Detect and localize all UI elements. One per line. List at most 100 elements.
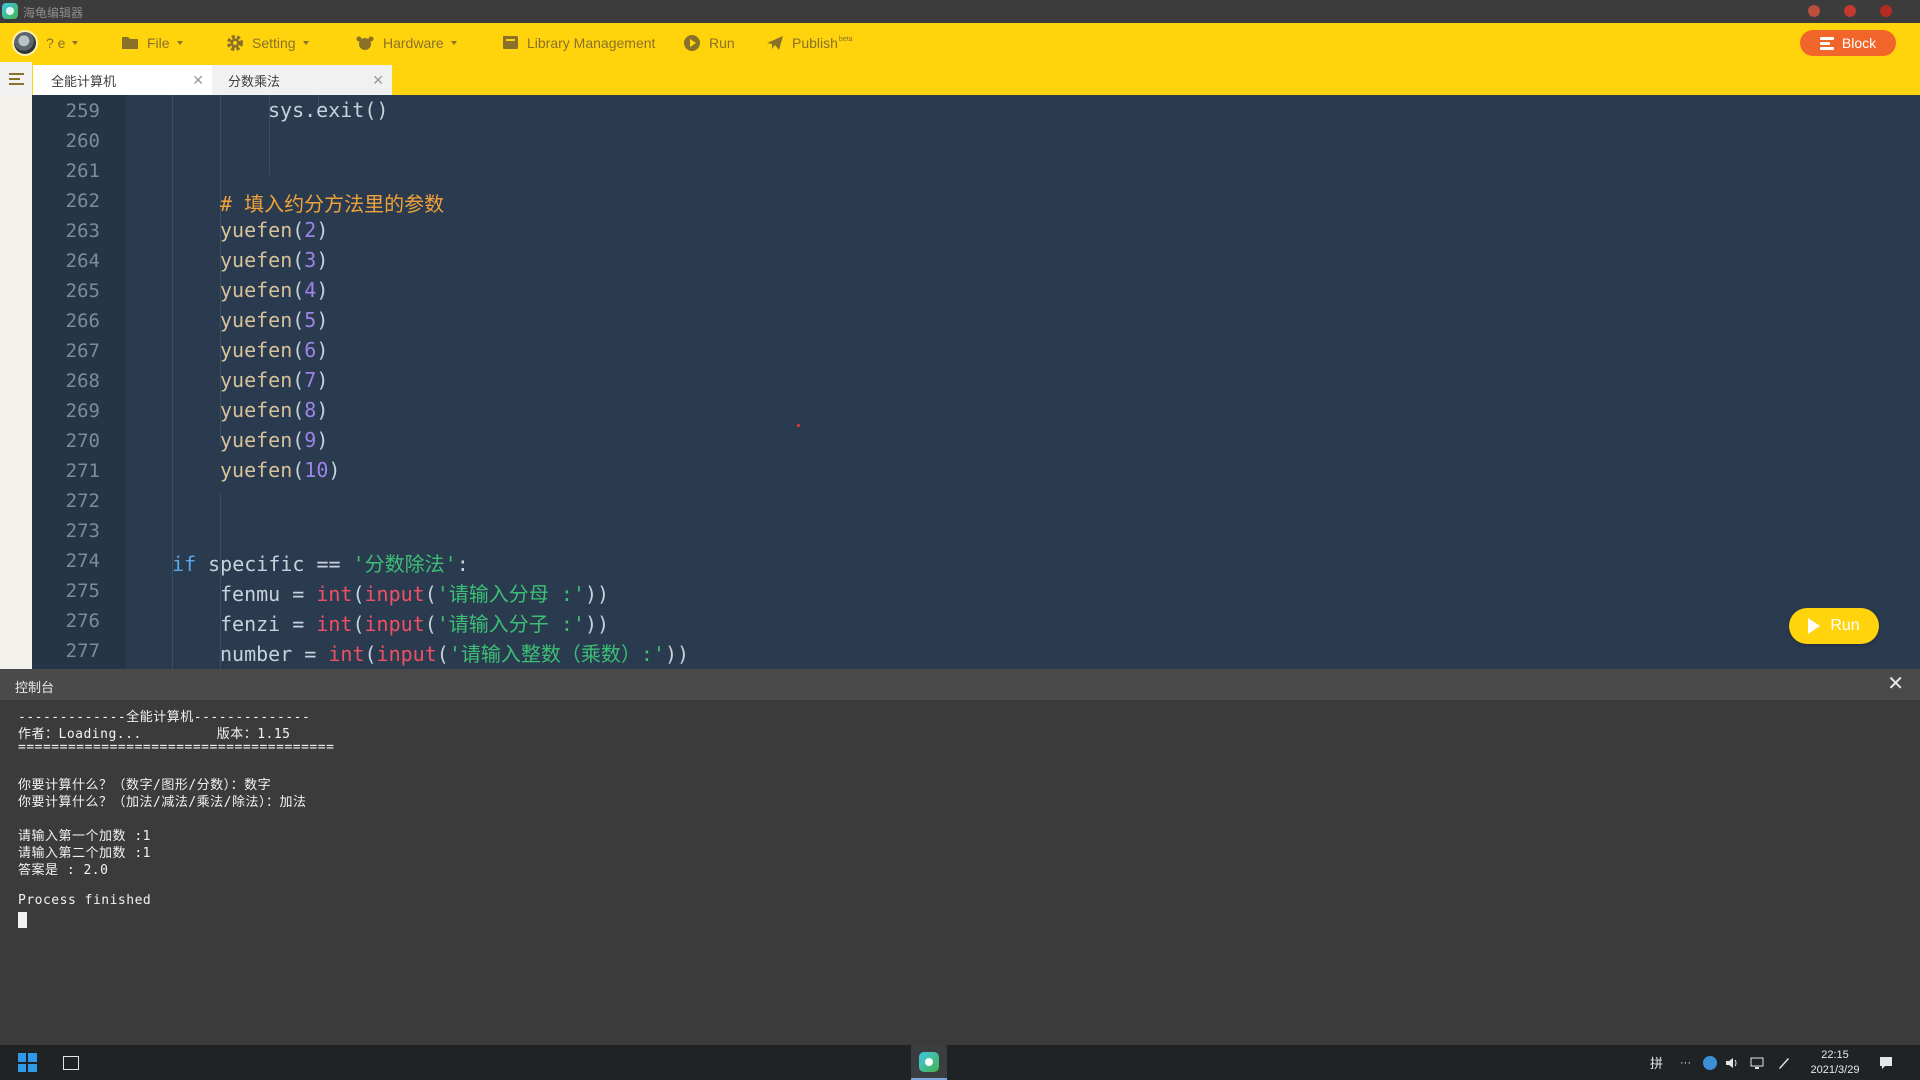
code-token: int xyxy=(328,642,365,666)
close-icon[interactable]: ✕ xyxy=(192,72,204,89)
code-line: fenmu = int(input('请输入分母 :')) xyxy=(220,578,609,607)
line-number: 264 xyxy=(65,250,100,272)
code-line: yuefen(5) xyxy=(220,308,328,332)
line-number: 269 xyxy=(65,400,100,422)
gear-icon xyxy=(227,34,243,51)
clock-date: 2021/3/29 xyxy=(1810,1064,1860,1076)
code-token: 3 xyxy=(304,248,317,272)
code-token: ( xyxy=(352,612,365,636)
code-token: '请输入分子 :' xyxy=(436,612,585,636)
code-token: number = xyxy=(220,642,329,666)
code-line: yuefen(8) xyxy=(220,398,328,422)
tray-more-button[interactable]: ··· xyxy=(1680,1045,1691,1080)
code-line: yuefen(3) xyxy=(220,248,328,272)
maximize-button[interactable] xyxy=(1844,5,1856,17)
notification-icon xyxy=(1880,1056,1892,1069)
line-number: 266 xyxy=(65,310,100,332)
code-token: 6 xyxy=(304,338,317,362)
code-token: fenzi = xyxy=(220,612,317,636)
code-line: yuefen(2) xyxy=(220,218,328,242)
code-token: ) xyxy=(316,398,329,422)
block-mode-button[interactable]: Block xyxy=(1800,30,1896,56)
code-token: 4 xyxy=(304,278,317,302)
file-menu-label: File xyxy=(147,34,170,51)
code-token: input xyxy=(364,582,425,606)
file-menu[interactable]: File xyxy=(121,23,183,62)
network-button[interactable] xyxy=(1749,1045,1765,1080)
editor-side-strip xyxy=(0,95,32,669)
close-icon[interactable]: ✕ xyxy=(372,72,384,89)
system-clock[interactable]: 22:15 2021/3/29 xyxy=(1800,1048,1870,1078)
line-number: 262 xyxy=(65,190,100,212)
hardware-menu[interactable]: Hardware xyxy=(355,23,457,62)
window-titlebar: 海龟编辑器 xyxy=(0,0,1920,23)
minimize-button[interactable] xyxy=(1808,5,1820,17)
user-menu[interactable]: ? e xyxy=(12,23,79,62)
library-icon xyxy=(503,36,518,49)
publish-button[interactable]: Publish beta xyxy=(766,23,853,62)
code-token: : xyxy=(456,552,469,576)
ime-indicator[interactable]: 拼 xyxy=(1650,1045,1663,1080)
code-token: yuefen xyxy=(220,218,293,242)
code-line: fenzi = int(input('请输入分子 :')) xyxy=(220,608,609,637)
run-toolbar-button[interactable]: Run xyxy=(683,23,735,62)
code-line: if specific == '分数除法': xyxy=(172,548,469,577)
chevron-down-icon xyxy=(176,40,183,45)
code-token: ( xyxy=(292,368,305,392)
tab-quanneng-jisuanji[interactable]: 全能计算机 ✕ xyxy=(33,65,212,95)
tab-label: 分数乘法 xyxy=(228,73,281,89)
code-token: ( xyxy=(292,428,305,452)
line-number: 273 xyxy=(65,520,100,542)
run-floating-button[interactable]: Run xyxy=(1789,608,1879,644)
code-token: 8 xyxy=(304,398,317,422)
start-button[interactable] xyxy=(14,1045,40,1080)
notifications-button[interactable] xyxy=(1878,1045,1894,1080)
paper-plane-icon xyxy=(767,35,783,50)
setting-menu[interactable]: Setting xyxy=(226,23,309,62)
code-token: ) xyxy=(316,248,329,272)
avatar xyxy=(12,29,38,56)
clock-time: 22:15 xyxy=(1821,1049,1849,1061)
code-token: fenmu = xyxy=(220,582,317,606)
code-token: yuefen xyxy=(220,428,293,452)
library-management-button[interactable]: Library Management xyxy=(502,23,655,62)
line-number: 272 xyxy=(65,490,100,512)
pen-button[interactable] xyxy=(1776,1045,1792,1080)
tab-label: 全能计算机 xyxy=(51,73,117,89)
code-line: yuefen(7) xyxy=(220,368,328,392)
line-number: 271 xyxy=(65,460,100,482)
code-token: ( xyxy=(292,458,305,482)
code-token: ( xyxy=(292,278,305,302)
menu-toggle-button[interactable] xyxy=(0,62,32,95)
code-token: int xyxy=(316,582,353,606)
console-output[interactable]: -------------全能计算机-------------- 作者：Loadi… xyxy=(0,700,1920,1045)
code-token: yuefen xyxy=(220,308,293,332)
line-number: 261 xyxy=(65,160,100,182)
code-editor[interactable]: sys.exit() # 填入约分方法里的参数 yuefen(2) yuefen(3)… xyxy=(126,95,1920,669)
code-token: ( xyxy=(436,642,449,666)
tray-app-icon[interactable] xyxy=(1702,1045,1718,1080)
publish-label: Publish xyxy=(792,34,838,51)
volume-button[interactable] xyxy=(1724,1045,1740,1080)
code-token: '请输入分母 :' xyxy=(436,582,585,606)
code-token: ( xyxy=(292,308,305,332)
close-icon[interactable]: ✕ xyxy=(1887,673,1904,695)
tray-more-label: ··· xyxy=(1680,1056,1691,1069)
main-toolbar: ? e File Setting Hardware Library Manage… xyxy=(0,23,1920,62)
close-window-button[interactable] xyxy=(1880,5,1892,17)
code-token: ) xyxy=(316,428,329,452)
tab-fenshu-chengfa[interactable]: 分数乘法 ✕ xyxy=(212,65,392,95)
code-token: )) xyxy=(584,582,610,606)
code-token: ( xyxy=(292,218,305,242)
console-line: Process finished xyxy=(18,893,152,908)
code-token: 9 xyxy=(304,428,317,452)
code-line: yuefen(6) xyxy=(220,338,328,362)
code-token: input xyxy=(376,642,437,666)
code-token: ( xyxy=(424,582,437,606)
code-line: number = int(input('请输入整数（乘数）:')) xyxy=(220,638,689,667)
code-token: specific == xyxy=(196,552,353,576)
task-view-button[interactable] xyxy=(58,1045,84,1080)
windows-taskbar: 拼 ··· 22:15 2021/3/29 xyxy=(0,1045,1920,1080)
line-number: 260 xyxy=(65,130,100,152)
taskbar-app-turtle-editor[interactable] xyxy=(911,1045,947,1080)
